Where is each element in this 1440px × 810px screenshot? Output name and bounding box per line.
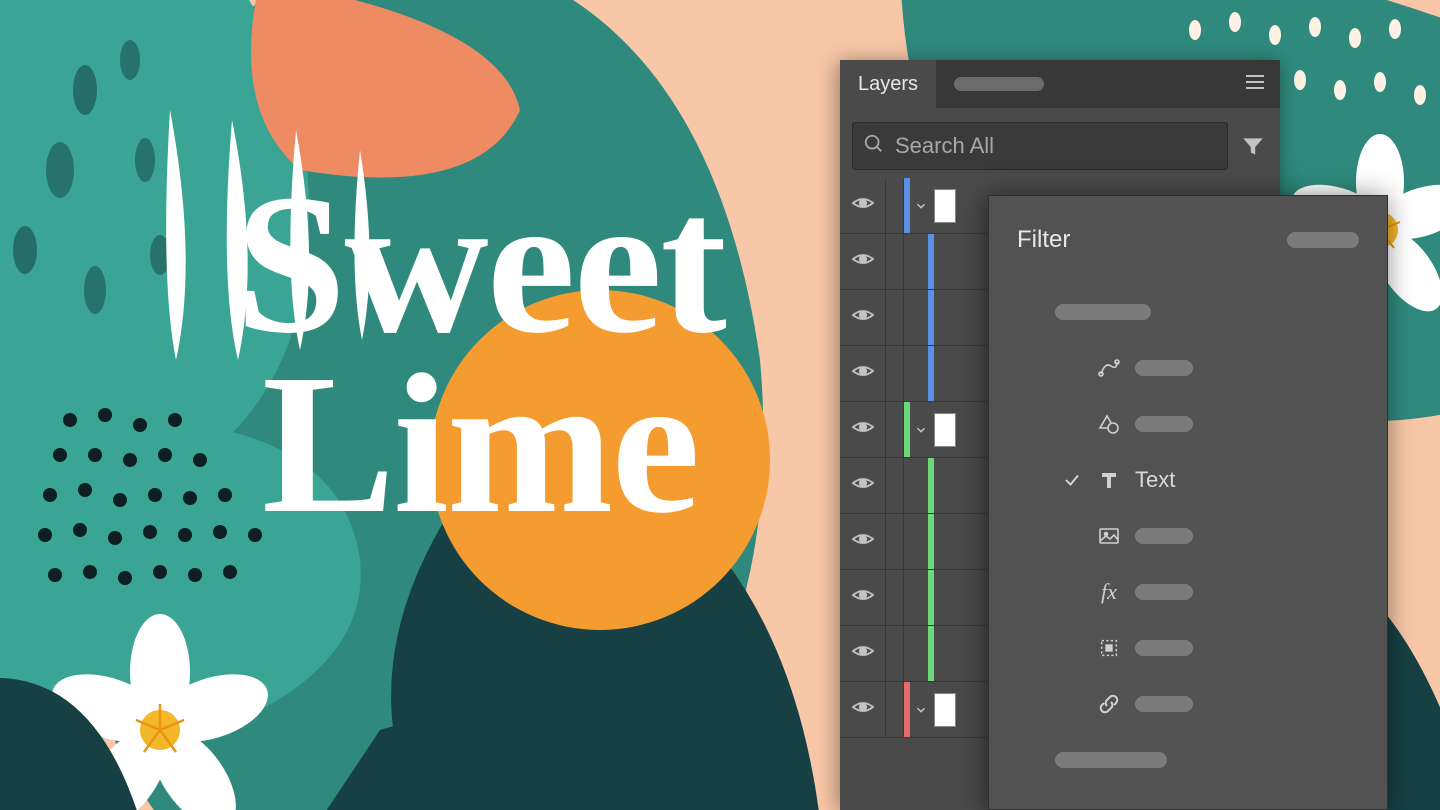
layer-color-bar bbox=[928, 290, 934, 345]
filter-option-label: Text bbox=[1135, 467, 1175, 493]
layer-lock-cell[interactable] bbox=[886, 290, 904, 345]
layer-lock-cell[interactable] bbox=[886, 626, 904, 681]
layer-color-bar bbox=[928, 626, 934, 681]
layer-lock-cell[interactable] bbox=[886, 178, 904, 233]
check-icon bbox=[1061, 471, 1083, 489]
layers-search-input[interactable] bbox=[895, 133, 1217, 159]
eye-icon bbox=[851, 359, 875, 388]
layer-visibility-toggle[interactable] bbox=[840, 570, 886, 625]
eye-icon bbox=[851, 527, 875, 556]
layer-visibility-toggle[interactable] bbox=[840, 178, 886, 233]
layer-expand-toggle[interactable] bbox=[910, 199, 932, 213]
eye-icon bbox=[851, 303, 875, 332]
layer-color-bar bbox=[928, 570, 934, 625]
layer-visibility-toggle[interactable] bbox=[840, 514, 886, 569]
eye-icon bbox=[851, 639, 875, 668]
link-icon bbox=[1095, 692, 1123, 716]
image-icon bbox=[1095, 524, 1123, 548]
eye-icon bbox=[851, 191, 875, 220]
layer-expand-toggle[interactable] bbox=[910, 703, 932, 717]
search-icon bbox=[863, 133, 885, 160]
panel-menu-button[interactable] bbox=[1230, 73, 1280, 96]
filter-group-header[interactable] bbox=[1017, 284, 1359, 340]
layer-lock-cell[interactable] bbox=[886, 682, 904, 737]
layer-visibility-toggle[interactable] bbox=[840, 346, 886, 401]
filter-option-image[interactable] bbox=[1017, 508, 1359, 564]
tab-secondary[interactable] bbox=[936, 60, 1062, 108]
layer-visibility-toggle[interactable] bbox=[840, 458, 886, 513]
panel-tabs: Layers bbox=[840, 60, 1280, 108]
layer-lock-cell[interactable] bbox=[886, 458, 904, 513]
eye-icon bbox=[851, 583, 875, 612]
layer-lock-cell[interactable] bbox=[886, 346, 904, 401]
layer-color-bar bbox=[928, 346, 934, 401]
filter-option-label-placeholder bbox=[1135, 416, 1193, 432]
layer-thumbnail bbox=[934, 189, 956, 223]
layers-search[interactable] bbox=[852, 122, 1228, 170]
tab-layers[interactable]: Layers bbox=[840, 60, 936, 108]
filter-option-label-placeholder bbox=[1135, 640, 1193, 656]
layer-visibility-toggle[interactable] bbox=[840, 626, 886, 681]
eye-icon bbox=[851, 695, 875, 724]
shape-icon bbox=[1095, 412, 1123, 436]
layer-expand-toggle[interactable] bbox=[910, 423, 932, 437]
layer-color-bar bbox=[928, 458, 934, 513]
layer-visibility-toggle[interactable] bbox=[840, 402, 886, 457]
layer-visibility-toggle[interactable] bbox=[840, 682, 886, 737]
layer-thumbnail bbox=[934, 693, 956, 727]
filter-option-label-placeholder bbox=[1055, 752, 1167, 768]
eye-icon bbox=[851, 415, 875, 444]
filter-popup-title: Filter bbox=[1017, 226, 1070, 254]
layer-visibility-toggle[interactable] bbox=[840, 290, 886, 345]
layer-color-bar bbox=[928, 514, 934, 569]
filter-option-label-placeholder bbox=[1135, 584, 1193, 600]
fx-icon: fx bbox=[1095, 579, 1123, 605]
select-icon bbox=[1095, 637, 1123, 659]
filter-option-link[interactable] bbox=[1017, 676, 1359, 732]
filter-group-header[interactable] bbox=[1017, 732, 1359, 788]
filter-option-shape[interactable] bbox=[1017, 396, 1359, 452]
path-icon bbox=[1095, 356, 1123, 380]
layer-lock-cell[interactable] bbox=[886, 402, 904, 457]
filter-option-fx[interactable]: fx bbox=[1017, 564, 1359, 620]
filter-option-label-placeholder bbox=[1135, 360, 1193, 376]
layer-visibility-toggle[interactable] bbox=[840, 234, 886, 289]
layer-color-bar bbox=[928, 234, 934, 289]
filter-option-label-placeholder bbox=[1135, 696, 1193, 712]
layer-lock-cell[interactable] bbox=[886, 234, 904, 289]
filter-option-label-placeholder bbox=[1055, 304, 1151, 320]
filter-button[interactable] bbox=[1238, 131, 1268, 161]
artwork-text: Sweet Lime bbox=[70, 170, 890, 540]
filter-reset-button[interactable] bbox=[1287, 232, 1359, 248]
layer-lock-cell[interactable] bbox=[886, 570, 904, 625]
filter-option-label-placeholder bbox=[1135, 528, 1193, 544]
filter-option-select[interactable] bbox=[1017, 620, 1359, 676]
filter-option-text[interactable]: Text bbox=[1017, 452, 1359, 508]
artwork-text-line2: Lime bbox=[70, 350, 890, 540]
layer-lock-cell[interactable] bbox=[886, 514, 904, 569]
text-icon bbox=[1095, 468, 1123, 492]
eye-icon bbox=[851, 471, 875, 500]
filter-option-path[interactable] bbox=[1017, 340, 1359, 396]
filter-popup: Filter Text fx bbox=[988, 195, 1388, 810]
eye-icon bbox=[851, 247, 875, 276]
layer-thumbnail bbox=[934, 413, 956, 447]
